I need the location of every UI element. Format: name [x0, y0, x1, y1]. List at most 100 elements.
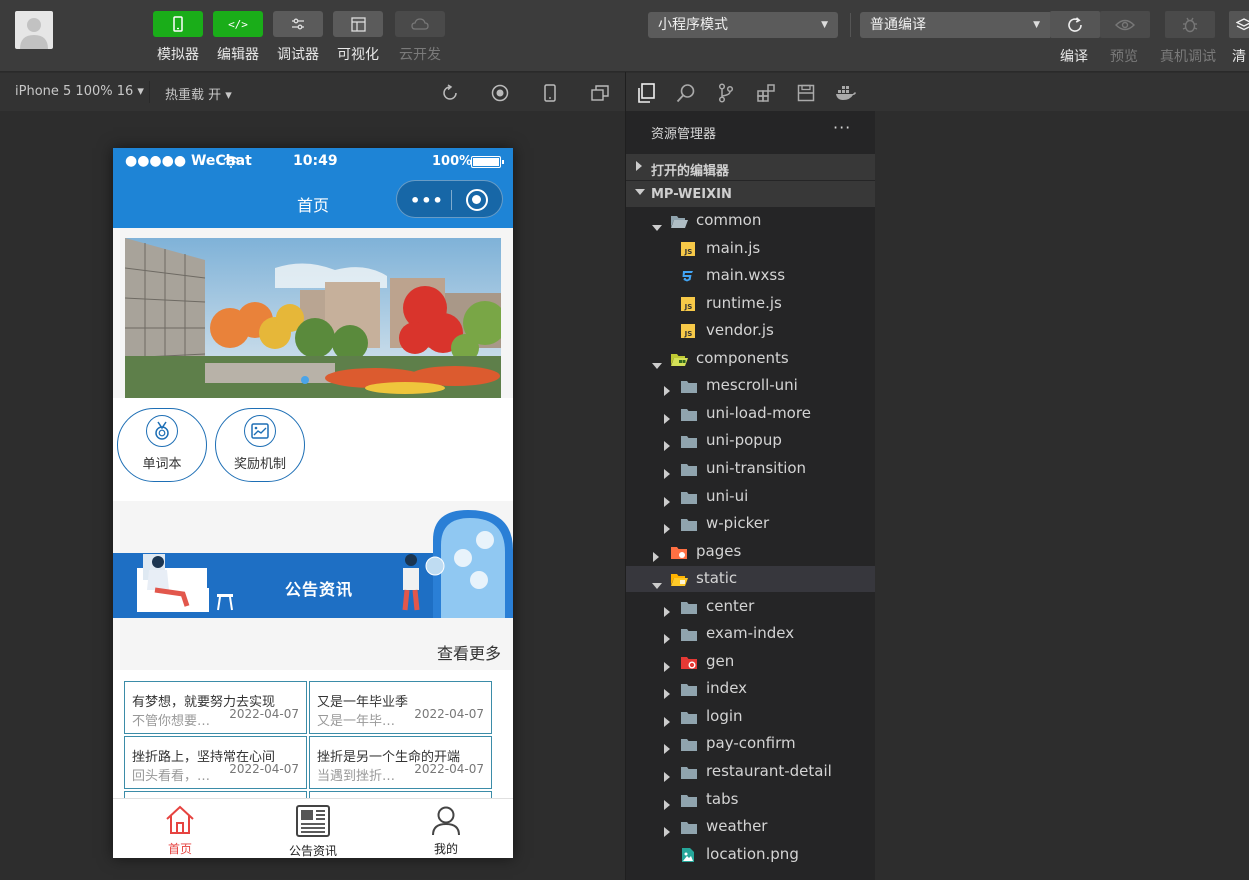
chevron-down-icon[interactable]	[652, 575, 662, 594]
tab-me[interactable]: 我的	[396, 805, 496, 857]
search-icon[interactable]	[675, 82, 697, 104]
folder-icon	[680, 819, 698, 835]
chevron-right-icon[interactable]	[663, 381, 671, 400]
tree-item[interactable]: JS main.js	[626, 236, 875, 262]
phone-icon[interactable]	[540, 83, 560, 103]
remote-debug-button[interactable]	[1165, 11, 1215, 38]
chevron-right-icon[interactable]	[663, 492, 671, 511]
tab-home-label: 首页	[167, 842, 192, 856]
simulator-tool-button[interactable]: 模拟器	[153, 11, 203, 64]
folder-icon	[680, 433, 698, 449]
chevron-right-icon[interactable]	[663, 712, 671, 731]
tree-item[interactable]: JS runtime.js	[626, 291, 875, 317]
view-more-link[interactable]: 查看更多	[437, 640, 501, 664]
avatar[interactable]	[15, 11, 53, 49]
chevron-down-icon[interactable]	[652, 355, 662, 374]
debugger-tool-button[interactable]: 调试器	[273, 11, 323, 64]
open-editors-label: 打开的编辑器	[651, 164, 730, 179]
compile-button[interactable]	[1050, 11, 1100, 38]
news-card[interactable]: 又是一年毕业季 又是一年毕… 2022-04-07	[309, 681, 492, 734]
explorer-panel: 资源管理器 ··· 打开的编辑器 MP-WEIXIN common JS main.…	[626, 111, 875, 880]
tree-item[interactable]: main.wxss	[626, 263, 875, 289]
clear-cache-button[interactable]	[1229, 11, 1249, 38]
banner-swiper[interactable]	[125, 238, 501, 398]
close-capsule-icon[interactable]	[466, 189, 488, 211]
rotate-icon[interactable]	[440, 83, 460, 103]
tree-item[interactable]: common	[626, 208, 875, 234]
chevron-right-icon[interactable]	[652, 547, 660, 566]
tree-item[interactable]: center	[626, 594, 875, 620]
files-icon[interactable]	[635, 82, 657, 104]
tree-item[interactable]: JS vendor.js	[626, 318, 875, 344]
swiper-indicator[interactable]	[301, 376, 309, 384]
extensions-icon[interactable]	[755, 82, 777, 104]
chevron-down-icon[interactable]	[652, 217, 662, 236]
chevron-right-icon[interactable]	[663, 436, 671, 455]
stop-record-icon[interactable]	[490, 83, 510, 103]
hot-reload-select[interactable]: 热重载 开 ▾	[165, 84, 232, 103]
simulator-toolbar-divider	[149, 81, 150, 103]
tree-item-label: main.wxss	[706, 266, 786, 285]
storage-icon[interactable]	[795, 82, 817, 104]
tree-item[interactable]: w-picker	[626, 511, 875, 537]
chevron-right-icon[interactable]	[663, 795, 671, 814]
wordbook-entry[interactable]: 单词本	[117, 408, 207, 482]
capsule-menu: •••	[396, 180, 503, 218]
tree-item[interactable]: pay-confirm	[626, 731, 875, 757]
chevron-right-icon[interactable]	[663, 684, 671, 703]
tree-item[interactable]: gen	[626, 649, 875, 675]
tree-item[interactable]: mescroll-uni	[626, 373, 875, 399]
tree-item-label: pages	[696, 541, 742, 560]
notice-banner[interactable]: 公告资讯	[113, 510, 513, 618]
editor-tool-button[interactable]: </> 编辑器	[213, 11, 263, 64]
tree-item[interactable]: static	[626, 566, 875, 594]
cloud-dev-tool-label: 云开发	[399, 47, 441, 63]
more-icon[interactable]: •••	[410, 191, 444, 210]
tree-item[interactable]: location.png	[626, 842, 875, 868]
tree-item[interactable]: login	[626, 704, 875, 730]
chevron-right-icon[interactable]	[663, 409, 671, 428]
explorer-more-icon[interactable]: ···	[833, 118, 851, 137]
mode-select[interactable]: 小程序模式 ▼	[648, 12, 838, 38]
detach-window-icon[interactable]	[590, 83, 610, 103]
tree-item[interactable]: index	[626, 676, 875, 702]
project-section[interactable]: MP-WEIXIN	[626, 181, 875, 207]
tab-news[interactable]: 公告资讯	[263, 805, 363, 858]
chevron-right-icon[interactable]	[663, 822, 671, 841]
tree-item[interactable]: exam-index	[626, 621, 875, 647]
docker-icon[interactable]	[835, 82, 857, 104]
news-card[interactable]: 挫折是另一个生命的开端 当遇到挫折… 2022-04-07	[309, 736, 492, 789]
preview-button[interactable]	[1100, 11, 1150, 38]
chevron-right-icon[interactable]	[663, 657, 671, 676]
open-editors-section[interactable]: 打开的编辑器	[626, 154, 875, 180]
tree-item[interactable]: uni-transition	[626, 456, 875, 482]
tree-item[interactable]: uni-load-more	[626, 401, 875, 427]
chevron-right-icon[interactable]	[663, 629, 671, 648]
tree-item[interactable]: components	[626, 346, 875, 372]
chevron-right-icon[interactable]	[663, 602, 671, 621]
tab-home[interactable]: 首页	[130, 805, 230, 857]
compile-select[interactable]: 普通编译 ▼	[860, 12, 1050, 38]
newspaper-icon	[296, 805, 330, 837]
phone-simulator: ●●●●● WeChat 10:49 100% 首页 ••• 单词本 奖励机制 …	[113, 148, 513, 858]
tree-item[interactable]: restaurant-detail	[626, 759, 875, 785]
news-date: 2022-04-07	[229, 707, 299, 721]
chevron-right-icon[interactable]	[663, 739, 671, 758]
tree-item[interactable]: pages	[626, 539, 875, 565]
chevron-right-icon[interactable]	[663, 464, 671, 483]
news-card[interactable]: 有梦想，就要努力去实现 不管你想要… 2022-04-07	[124, 681, 307, 734]
tree-item[interactable]: weather	[626, 814, 875, 840]
device-select[interactable]: iPhone 5 100% 16 ▾	[15, 84, 144, 99]
tree-item[interactable]: tabs	[626, 787, 875, 813]
reward-entry[interactable]: 奖励机制	[215, 408, 305, 482]
news-card[interactable]: 挫折路上，坚持常在心间 回头看看，… 2022-04-07	[124, 736, 307, 789]
simulator-tool-label: 模拟器	[157, 47, 199, 63]
chevron-right-icon[interactable]	[663, 519, 671, 538]
chevron-right-icon[interactable]	[663, 767, 671, 786]
git-branch-icon[interactable]	[715, 82, 737, 104]
tree-item[interactable]: uni-popup	[626, 428, 875, 454]
cloud-dev-tool-button[interactable]: 云开发	[395, 11, 445, 64]
svg-text:JS: JS	[684, 330, 693, 338]
visualize-tool-button[interactable]: 可视化	[333, 11, 383, 64]
tree-item[interactable]: uni-ui	[626, 484, 875, 510]
